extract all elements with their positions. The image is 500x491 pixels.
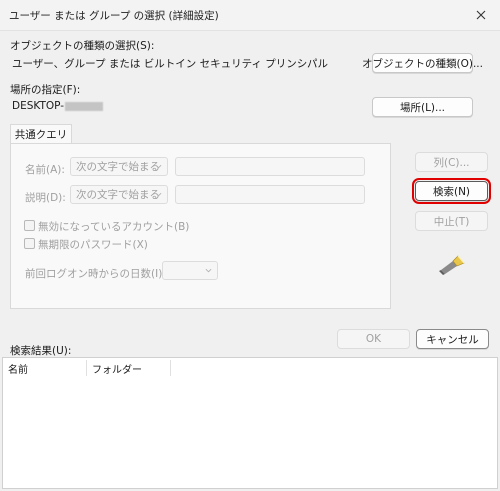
disabled-accounts-checkbox[interactable] (24, 220, 35, 231)
object-type-value: ユーザー、グループ または ビルトイン セキュリティ プリンシパル (12, 58, 328, 70)
chevron-down-icon (155, 192, 162, 197)
title-bar: ユーザー または グループ の選択 (詳細設定) (0, 0, 500, 31)
search-now-button[interactable]: 検索(N) (412, 178, 491, 204)
location-value: DESKTOP- (12, 100, 104, 112)
object-type-label: オブジェクトの種類の選択(S): (10, 40, 155, 52)
column-header-name[interactable]: 名前 (3, 358, 86, 378)
object-types-button[interactable]: オブジェクトの種類(O)... (362, 53, 483, 73)
stop-button[interactable]: 中止(T) (415, 211, 488, 231)
close-icon (476, 10, 486, 20)
location-value-text: DESKTOP- (12, 100, 65, 112)
ok-button[interactable]: OK (337, 329, 410, 349)
description-input[interactable] (175, 185, 365, 204)
days-since-logon-label: 前回ログオン時からの日数(I): (25, 268, 166, 280)
redacted-block (65, 101, 104, 111)
tab-common-queries[interactable]: 共通クエリ (10, 124, 72, 144)
search-results-list[interactable]: 名前 フォルダー (2, 357, 498, 489)
column-divider[interactable] (170, 360, 171, 376)
flashlight-icon (439, 255, 465, 275)
no-expire-password-label: 無期限のパスワード(X) (38, 239, 148, 251)
no-expire-password-checkbox[interactable] (24, 238, 35, 249)
name-input[interactable] (175, 157, 365, 176)
chevron-down-icon (205, 268, 212, 273)
columns-button[interactable]: 列(C)... (415, 152, 488, 172)
name-mode-value: 次の文字で始まる (76, 161, 160, 173)
close-button[interactable] (468, 4, 494, 26)
days-since-logon-select[interactable] (162, 261, 218, 280)
description-label: 説明(D): (25, 192, 66, 204)
window-title: ユーザー または グループ の選択 (詳細設定) (9, 10, 219, 22)
name-label: 名前(A): (25, 164, 65, 176)
search-results-label: 検索結果(U): (10, 345, 72, 357)
description-mode-value: 次の文字で始まる (76, 189, 160, 201)
chevron-down-icon (155, 164, 162, 169)
description-mode-select[interactable]: 次の文字で始まる (70, 185, 168, 204)
disabled-accounts-label: 無効になっているアカウント(B) (38, 221, 190, 233)
location-label: 場所の指定(F): (10, 84, 81, 96)
cancel-button[interactable]: キャンセル (416, 329, 489, 349)
locations-button[interactable]: 場所(L)... (372, 97, 473, 117)
name-mode-select[interactable]: 次の文字で始まる (70, 157, 168, 176)
column-header-folder[interactable]: フォルダー (87, 358, 170, 378)
